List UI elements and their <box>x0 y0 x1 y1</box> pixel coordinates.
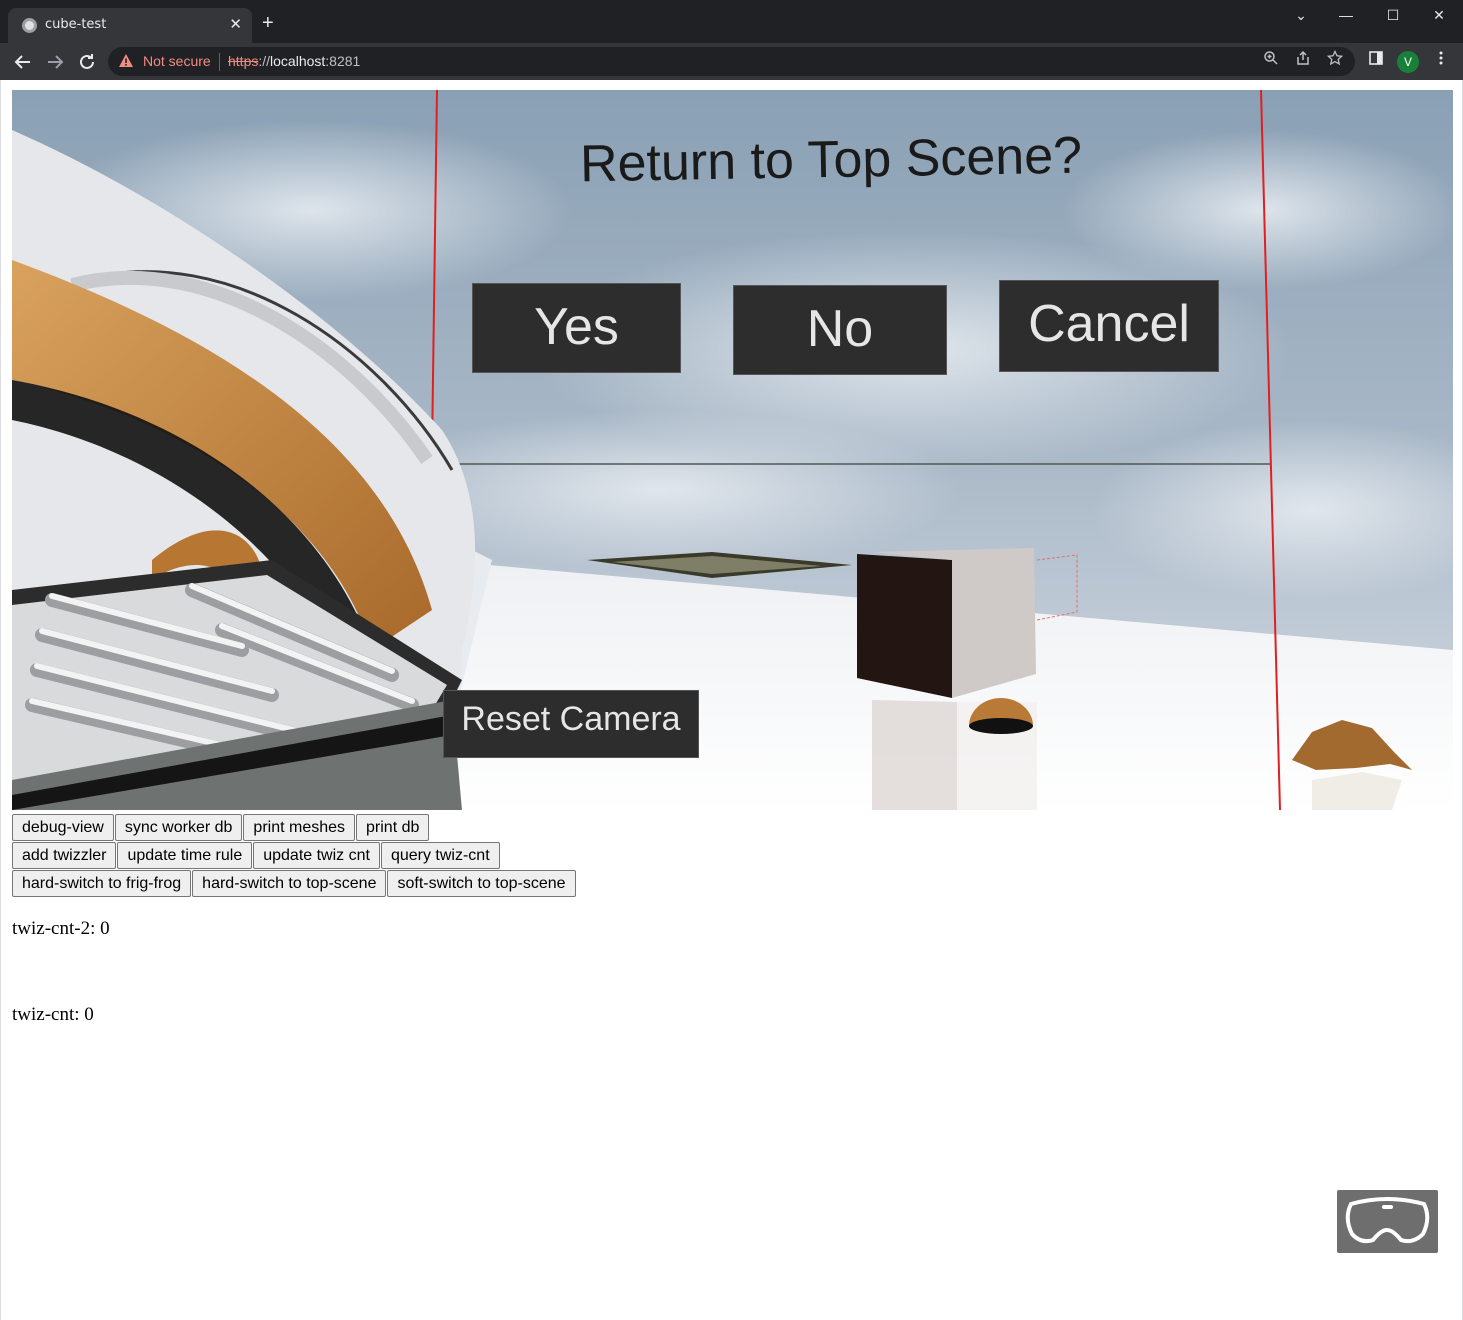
tab-close-icon[interactable]: ✕ <box>229 16 242 34</box>
update-twiz-cnt-button[interactable]: update twiz cnt <box>253 842 380 869</box>
soft-switch-top-scene-button[interactable]: soft-switch to top-scene <box>387 870 576 897</box>
debug-view-button[interactable]: debug-view <box>12 814 114 841</box>
tab-favicon-icon <box>22 18 37 33</box>
omnibox-divider <box>219 53 220 71</box>
page-content: Return to Top Scene? Yes No Cancel Reset… <box>0 80 1463 1320</box>
back-arrow-icon[interactable] <box>11 50 35 74</box>
browser-titlebar: cube-test ✕ + ⌄ — ☐ ✕ <box>0 0 1463 43</box>
reload-icon[interactable] <box>75 50 99 74</box>
star-icon[interactable] <box>1324 49 1346 72</box>
no-button[interactable]: No <box>733 285 947 375</box>
update-time-rule-button[interactable]: update time rule <box>117 842 253 869</box>
print-db-button[interactable]: print db <box>356 814 430 841</box>
forward-arrow-icon[interactable] <box>43 50 67 74</box>
twiz-cnt-2-readout: twiz-cnt-2: 0 <box>12 918 110 939</box>
dialog-title: Return to Top Scene? <box>579 126 1083 194</box>
side-panel-icon[interactable] <box>1364 50 1388 74</box>
kebab-menu-icon[interactable] <box>1429 50 1453 74</box>
reset-camera-button[interactable]: Reset Camera <box>443 690 699 758</box>
sync-worker-db-button[interactable]: sync worker db <box>114 814 243 841</box>
url-port: :8281 <box>325 53 361 69</box>
add-twizzler-button[interactable]: add twizzler <box>12 842 117 869</box>
url-separator: :// <box>258 53 271 69</box>
hard-switch-frig-frog-button[interactable]: hard-switch to frig-frog <box>12 870 192 897</box>
query-twiz-cnt-button[interactable]: query twiz-cnt <box>380 842 500 869</box>
browser-toolbar: Not secure https://localhost:8281 V <box>0 43 1463 80</box>
print-meshes-button[interactable]: print meshes <box>243 814 356 841</box>
debug-controls-row-3: hard-switch to frig-frog hard-switch to … <box>12 870 577 897</box>
scene-render <box>12 90 1453 810</box>
url-scheme: https <box>228 53 259 69</box>
url-text[interactable]: https://localhost:8281 <box>228 53 360 69</box>
security-status[interactable]: Not secure <box>143 53 211 69</box>
cancel-button[interactable]: Cancel <box>999 280 1219 372</box>
profile-avatar[interactable]: V <box>1397 51 1419 73</box>
vr-headset-icon[interactable] <box>1337 1190 1438 1253</box>
url-host: localhost <box>270 53 326 69</box>
share-icon[interactable] <box>1292 50 1314 72</box>
new-tab-button[interactable]: + <box>262 13 274 33</box>
debug-controls-row-1: debug-view sync worker db print meshes p… <box>12 814 430 841</box>
hard-switch-top-scene-button[interactable]: hard-switch to top-scene <box>192 870 387 897</box>
close-window-button[interactable]: ✕ <box>1424 4 1454 26</box>
cube-dark-face <box>857 554 952 698</box>
tab-search-dropdown-icon[interactable]: ⌄ <box>1286 4 1316 26</box>
maximize-button[interactable]: ☐ <box>1378 4 1408 26</box>
warning-triangle-icon[interactable] <box>118 53 134 69</box>
yes-button[interactable]: Yes <box>472 283 681 373</box>
tab-title: cube-test <box>45 17 107 32</box>
browser-tab[interactable]: cube-test ✕ <box>8 8 252 43</box>
address-bar[interactable]: Not secure https://localhost:8281 <box>108 47 1355 76</box>
debug-controls-row-2: add twizzler update time rule update twi… <box>12 842 501 869</box>
minimize-button[interactable]: — <box>1331 4 1361 26</box>
zoom-icon[interactable] <box>1260 50 1282 72</box>
babylon-canvas[interactable]: Return to Top Scene? Yes No Cancel Reset… <box>12 90 1453 810</box>
twiz-cnt-readout: twiz-cnt: 0 <box>12 1004 94 1025</box>
